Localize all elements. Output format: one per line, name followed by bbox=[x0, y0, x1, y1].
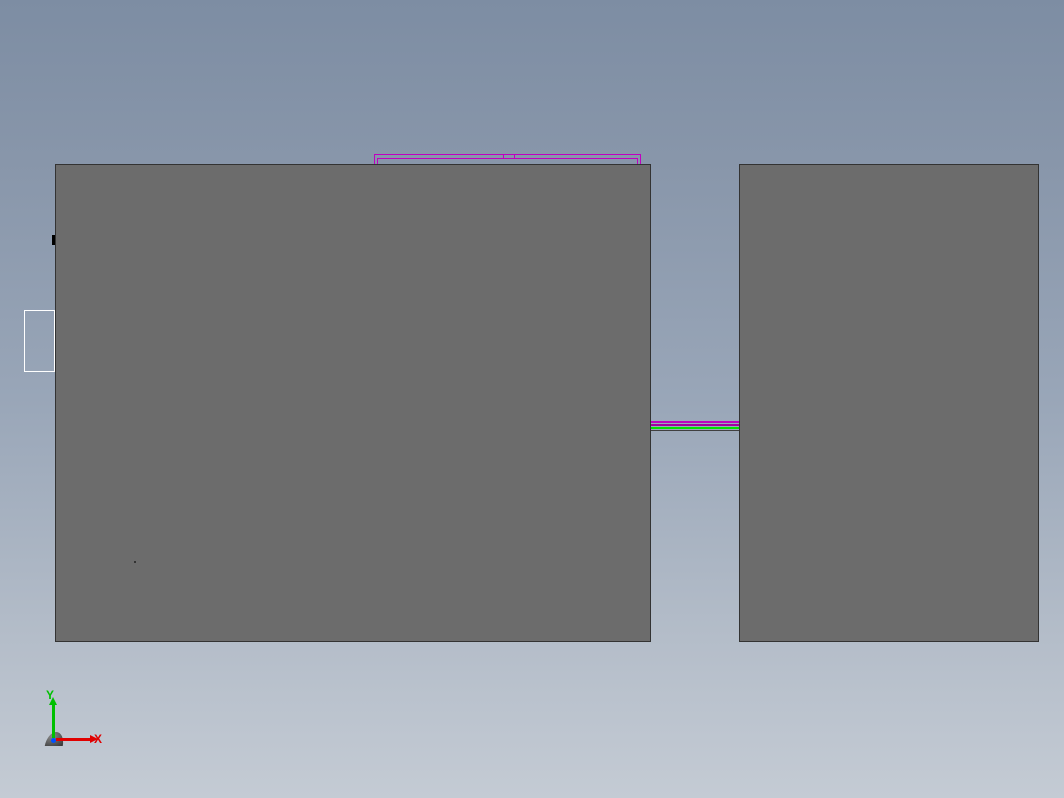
left-feature-outline[interactable] bbox=[24, 310, 55, 372]
axis-triad[interactable]: X Y bbox=[38, 700, 98, 750]
connector-edge-magenta-1[interactable] bbox=[651, 421, 739, 423]
model-face-left[interactable] bbox=[55, 164, 651, 642]
top-edge-inner[interactable] bbox=[377, 158, 638, 164]
left-notch-mark bbox=[52, 235, 55, 245]
axis-y-label: Y bbox=[46, 688, 54, 702]
axis-y-icon bbox=[52, 704, 55, 738]
reference-point bbox=[134, 561, 136, 563]
top-edge-notch bbox=[503, 154, 515, 158]
axis-x-icon bbox=[56, 738, 92, 741]
connector-edge-green[interactable] bbox=[651, 427, 739, 429]
model-face-right[interactable] bbox=[739, 164, 1039, 642]
connector-edge-dark bbox=[651, 430, 739, 431]
axis-x-label: X bbox=[94, 732, 102, 746]
cad-viewport[interactable]: X Y bbox=[0, 0, 1064, 798]
connector-edge-magenta-2[interactable] bbox=[651, 424, 739, 426]
